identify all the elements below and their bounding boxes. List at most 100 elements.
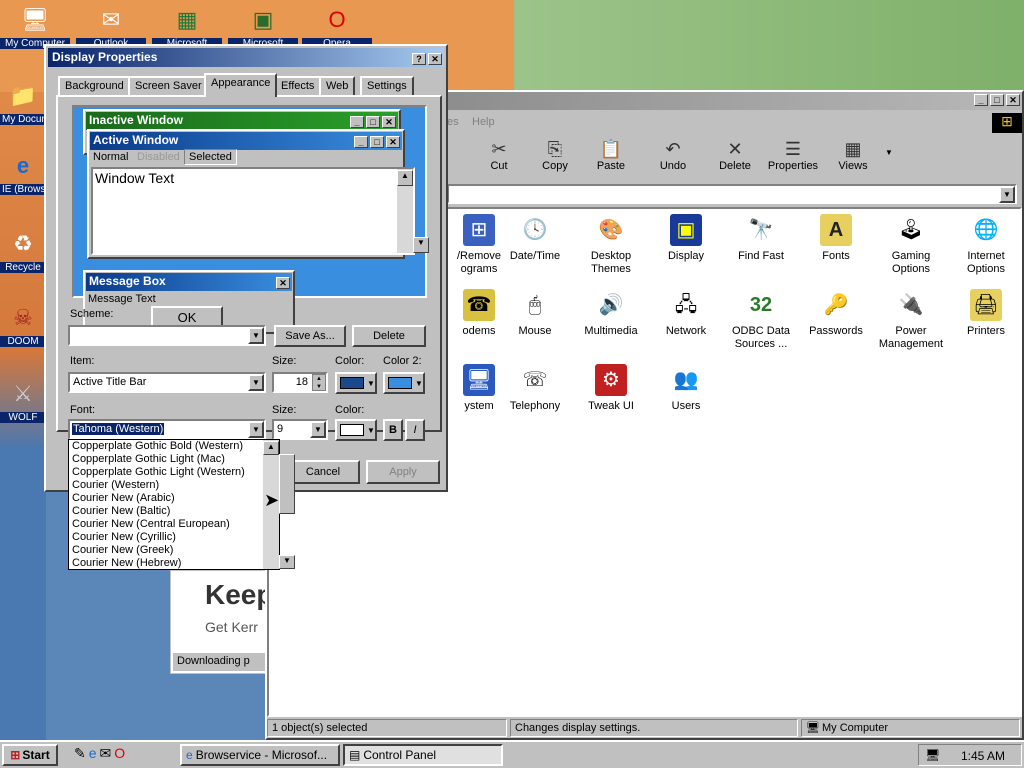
paste-button[interactable]: 📋 Paste [583,138,639,172]
menu-item-favorites[interactable]: es [447,116,459,128]
font-option[interactable]: Courier New (Greek) [69,544,279,557]
task-control-panel[interactable]: ▤ Control Panel [343,744,503,766]
outlook-icon[interactable]: ✉ [100,745,115,761]
tab-effects[interactable]: Effects [274,76,322,96]
font-option[interactable]: Courier New (Central European) [69,518,279,531]
cut-button[interactable]: ✂ Cut [471,138,527,172]
cp-item-gaming[interactable]: 🕹 Gaming Options [875,214,947,276]
fonts-icon: A [820,214,852,246]
tab-screen-saver[interactable]: Screen Saver [128,76,209,96]
maximize-icon[interactable]: □ [990,94,1004,106]
desktop-icon-my-documents[interactable]: 📁 My Docum [0,80,46,125]
dialog-title-bar[interactable]: Display Properties ? ✕ [48,48,444,67]
cp-item-telephony[interactable]: ☏ Telephony [499,364,571,413]
cp-item-network[interactable]: 🖧 Network [650,289,722,338]
scheme-label: Scheme: [70,308,114,320]
properties-button[interactable]: ☰ Properties [763,138,823,172]
cp-item-fonts[interactable]: A Fonts [800,214,872,263]
views-dropdown-icon[interactable]: ▼ [885,148,893,157]
desktop-icon-wolf[interactable]: ⚔ WOLF [0,378,46,423]
delete-button[interactable]: ✕ Delete [707,138,763,172]
scroll-thumb[interactable] [279,454,295,514]
font-option[interactable]: Courier New (Baltic) [69,505,279,518]
font-color-button[interactable]: ▼ [335,419,377,441]
font-option[interactable]: Courier (Western) [69,479,279,492]
font-option[interactable]: Courier New (Arabic) [69,492,279,505]
size-spinner[interactable]: ▲ ▼ [312,374,326,391]
item-color2-button[interactable]: ▼ [383,372,425,394]
scheme-dropdown-icon[interactable]: ▼ [248,327,264,344]
cp-item-odbc[interactable]: 32 ODBC Data Sources ... [725,289,797,351]
font-option[interactable]: Copperplate Gothic Light (Western) [69,466,279,479]
apply-button[interactable]: Apply [366,460,440,484]
tab-appearance[interactable]: Appearance [204,73,278,97]
tray-display-icon[interactable]: 🖥 [925,748,940,762]
scroll-down-icon[interactable]: ▼ [279,555,295,569]
bold-button[interactable]: B [383,419,403,441]
desktop-icon-ie[interactable]: eIE (Browser [0,150,46,195]
font-option[interactable]: Copperplate Gothic Bold (Western) [69,440,279,453]
close-icon[interactable]: ✕ [1006,94,1020,106]
cp-item-mouse[interactable]: 🖱 Mouse [499,289,571,338]
desktop-icon-my-computer[interactable]: 🖥 My Computer [0,4,70,49]
preview-menu-normal: Normal [93,151,129,163]
address-dropdown-icon[interactable]: ▼ [999,186,1015,203]
cp-item-find-fast[interactable]: 🔭 Find Fast [725,214,797,263]
menu-item-help[interactable]: Help [472,116,495,128]
desktop-icon-recycle-bin[interactable]: ♻ Recycle [0,228,46,273]
cp-item-desktop-themes[interactable]: 🎨 Desktop Themes [575,214,647,276]
cp-item-internet-options[interactable]: 🌐 Internet Options [950,214,1022,276]
cp-item-multimedia[interactable]: 🔊 Multimedia [575,289,647,338]
cp-item-users[interactable]: 👥 Users [650,364,722,413]
address-bar[interactable]: ▼ [447,184,1017,204]
close-icon[interactable]: ✕ [428,53,442,65]
desktop-icon-doom[interactable]: ☠ DOOM [0,302,46,347]
start-button[interactable]: ⊞ Start [2,744,58,766]
tab-web[interactable]: Web [319,76,356,96]
cp-item-tweak-ui[interactable]: ⚙ Tweak UI [575,364,647,413]
desktop-icon-project[interactable]: ▣Microsoft [228,4,298,49]
cp-item-passwords[interactable]: 🔑 Passwords [800,289,872,338]
font-size-dropdown-icon[interactable]: ▼ [310,421,326,438]
italic-button[interactable]: I [405,419,425,441]
task-browservice[interactable]: e Browservice - Microsof... [180,744,340,766]
desktop-icon-excel[interactable]: ▦Microsoft [152,4,222,49]
preview-active-window: Active Window _ □ ✕ Normal Disabled Select… [87,129,429,259]
desktop-icon-outlook[interactable]: ✉Outlook [76,4,146,49]
system-icon: 🖥 [463,364,495,396]
font-select[interactable]: Tahoma (Western) [68,419,266,440]
scheme-select[interactable] [68,325,266,346]
minimize-icon[interactable]: _ [974,94,988,106]
find-fast-icon: 🔭 [748,218,774,241]
quick-launch: ✎e✉O [74,745,166,765]
cp-item-printers[interactable]: 🖨 Printers [950,289,1022,338]
ie-icon[interactable]: e [89,745,100,761]
views-button[interactable]: ▦ Views [825,138,881,172]
save-as-button[interactable]: Save As... [274,325,346,347]
tab-settings[interactable]: Settings [360,76,414,96]
cp-item-display[interactable]: ▣ Display [650,214,722,263]
font-option[interactable]: Courier New (Hebrew) [69,557,279,570]
delete-scheme-button[interactable]: Delete [352,325,426,347]
item-dropdown-icon[interactable]: ▼ [248,374,264,391]
undo-button[interactable]: ↶ Undo [645,138,701,172]
tab-background[interactable]: Background [58,76,131,96]
item-select[interactable]: Active Title Bar [68,372,266,393]
opera-icon[interactable]: O [114,745,128,761]
copy-button[interactable]: ⎘ Copy [527,138,583,172]
font-dropdown-icon[interactable]: ▼ [248,421,264,438]
font-option[interactable]: Courier New (Cyrillic) [69,531,279,544]
cp-item-date-time[interactable]: 🕓 Date/Time [499,214,571,263]
desktop-icon-opera[interactable]: OOpera [302,4,372,49]
font-option[interactable]: Copperplate Gothic Light (Mac) [69,453,279,466]
item-color-button[interactable]: ▼ [335,372,377,394]
cp-item-power[interactable]: 🔌 Power Management [875,289,947,351]
cancel-button[interactable]: Cancel [286,460,360,484]
keep-subtitle: Get Kerr [205,619,258,635]
show-desktop-icon[interactable]: ✎ [74,745,89,761]
clock[interactable]: 1:45 AM [961,749,1005,763]
scroll-up-icon[interactable]: ▲ [263,441,279,455]
windows-logo-icon: ⊞ [10,748,21,762]
help-icon[interactable]: ? [412,53,426,65]
control-panel-icon: ▤ [349,748,361,762]
